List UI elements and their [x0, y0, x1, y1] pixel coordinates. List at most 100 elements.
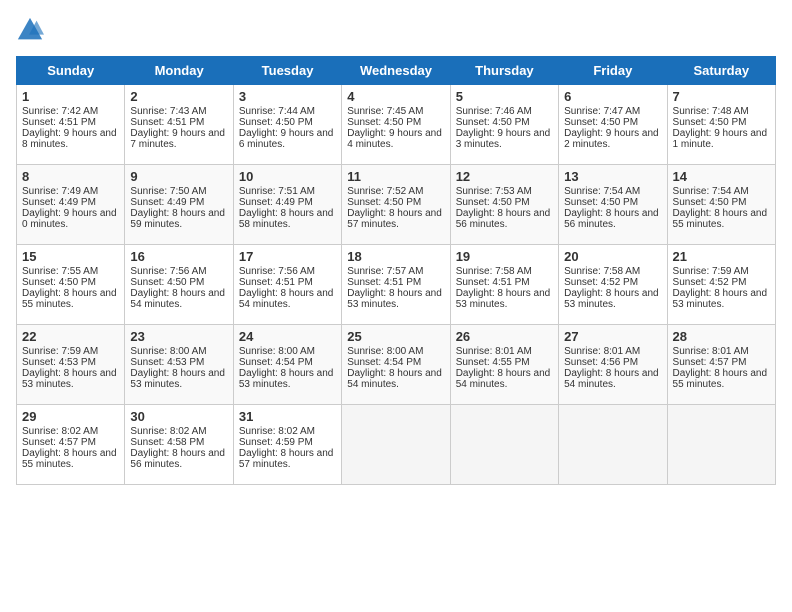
calendar-cell: 16 Sunrise: 7:56 AMSunset: 4:50 PMDayligh… — [125, 245, 233, 325]
day-info: Sunrise: 7:55 AMSunset: 4:50 PMDaylight:… — [22, 266, 117, 310]
calendar-cell: 1 Sunrise: 7:42 AMSunset: 4:51 PMDaylight… — [17, 85, 125, 165]
calendar-cell — [559, 405, 667, 485]
day-number: 23 — [130, 329, 227, 344]
day-info: Sunrise: 7:52 AMSunset: 4:50 PMDaylight:… — [347, 186, 442, 230]
calendar-week-row: 22 Sunrise: 7:59 AMSunset: 4:53 PMDayligh… — [17, 325, 776, 405]
col-header-wednesday: Wednesday — [342, 57, 450, 85]
calendar-cell: 9 Sunrise: 7:50 AMSunset: 4:49 PMDaylight… — [125, 165, 233, 245]
day-info: Sunrise: 8:00 AMSunset: 4:54 PMDaylight:… — [347, 346, 442, 390]
day-info: Sunrise: 7:58 AMSunset: 4:51 PMDaylight:… — [456, 266, 551, 310]
day-info: Sunrise: 7:43 AMSunset: 4:51 PMDaylight:… — [130, 106, 225, 150]
calendar-week-row: 1 Sunrise: 7:42 AMSunset: 4:51 PMDaylight… — [17, 85, 776, 165]
day-info: Sunrise: 7:42 AMSunset: 4:51 PMDaylight:… — [22, 106, 117, 150]
day-number: 22 — [22, 329, 119, 344]
calendar-cell: 25 Sunrise: 8:00 AMSunset: 4:54 PMDayligh… — [342, 325, 450, 405]
day-info: Sunrise: 7:54 AMSunset: 4:50 PMDaylight:… — [564, 186, 659, 230]
calendar-cell: 30 Sunrise: 8:02 AMSunset: 4:58 PMDayligh… — [125, 405, 233, 485]
day-info: Sunrise: 7:57 AMSunset: 4:51 PMDaylight:… — [347, 266, 442, 310]
day-number: 17 — [239, 249, 336, 264]
day-info: Sunrise: 8:02 AMSunset: 4:58 PMDaylight:… — [130, 426, 225, 470]
col-header-monday: Monday — [125, 57, 233, 85]
day-info: Sunrise: 8:01 AMSunset: 4:56 PMDaylight:… — [564, 346, 659, 390]
day-number: 18 — [347, 249, 444, 264]
day-info: Sunrise: 8:02 AMSunset: 4:59 PMDaylight:… — [239, 426, 334, 470]
day-number: 26 — [456, 329, 553, 344]
calendar-cell: 5 Sunrise: 7:46 AMSunset: 4:50 PMDaylight… — [450, 85, 558, 165]
day-number: 11 — [347, 169, 444, 184]
calendar-cell: 3Sunrise: 7:44 AMSunset: 4:50 PMDaylight… — [233, 85, 341, 165]
day-info: Sunrise: 7:59 AMSunset: 4:52 PMDaylight:… — [673, 266, 768, 310]
col-header-tuesday: Tuesday — [233, 57, 341, 85]
calendar-cell: 26 Sunrise: 8:01 AMSunset: 4:55 PMDayligh… — [450, 325, 558, 405]
page-header — [16, 16, 776, 44]
day-number: 3 — [239, 89, 336, 104]
calendar-cell: 24Sunrise: 8:00 AMSunset: 4:54 PMDayligh… — [233, 325, 341, 405]
calendar-cell: 31 Sunrise: 8:02 AMSunset: 4:59 PMDayligh… — [233, 405, 341, 485]
calendar-cell: 13 Sunrise: 7:54 AMSunset: 4:50 PMDayligh… — [559, 165, 667, 245]
day-number: 4 — [347, 89, 444, 104]
calendar-cell: 21 Sunrise: 7:59 AMSunset: 4:52 PMDayligh… — [667, 245, 775, 325]
day-number: 16 — [130, 249, 227, 264]
calendar-cell: 27 Sunrise: 8:01 AMSunset: 4:56 PMDayligh… — [559, 325, 667, 405]
day-number: 27 — [564, 329, 661, 344]
day-info: Sunrise: 7:50 AMSunset: 4:49 PMDaylight:… — [130, 186, 225, 230]
col-header-friday: Friday — [559, 57, 667, 85]
calendar-cell: 22 Sunrise: 7:59 AMSunset: 4:53 PMDayligh… — [17, 325, 125, 405]
calendar-cell: 28 Sunrise: 8:01 AMSunset: 4:57 PMDayligh… — [667, 325, 775, 405]
calendar-cell: 15 Sunrise: 7:55 AMSunset: 4:50 PMDayligh… — [17, 245, 125, 325]
day-number: 1 — [22, 89, 119, 104]
day-number: 6 — [564, 89, 661, 104]
day-number: 10 — [239, 169, 336, 184]
col-header-sunday: Sunday — [17, 57, 125, 85]
day-info: Sunrise: 8:02 AMSunset: 4:57 PMDaylight:… — [22, 426, 117, 470]
day-info: Sunrise: 8:00 AMSunset: 4:53 PMDaylight:… — [130, 346, 225, 390]
day-number: 30 — [130, 409, 227, 424]
day-info: Sunrise: 7:49 AMSunset: 4:49 PMDaylight:… — [22, 186, 117, 230]
day-number: 28 — [673, 329, 770, 344]
day-info: Sunrise: 7:46 AMSunset: 4:50 PMDaylight:… — [456, 106, 551, 150]
day-number: 9 — [130, 169, 227, 184]
day-info: Sunrise: 7:58 AMSunset: 4:52 PMDaylight:… — [564, 266, 659, 310]
calendar-cell: 18 Sunrise: 7:57 AMSunset: 4:51 PMDayligh… — [342, 245, 450, 325]
calendar-header-row: SundayMondayTuesdayWednesdayThursdayFrid… — [17, 57, 776, 85]
day-info: Sunrise: 7:54 AMSunset: 4:50 PMDaylight:… — [673, 186, 768, 230]
calendar-cell: 7 Sunrise: 7:48 AMSunset: 4:50 PMDaylight… — [667, 85, 775, 165]
calendar-cell: 23 Sunrise: 8:00 AMSunset: 4:53 PMDayligh… — [125, 325, 233, 405]
calendar-cell — [450, 405, 558, 485]
calendar-cell: 19Sunrise: 7:58 AMSunset: 4:51 PMDayligh… — [450, 245, 558, 325]
day-number: 15 — [22, 249, 119, 264]
day-number: 8 — [22, 169, 119, 184]
calendar-week-row: 8 Sunrise: 7:49 AMSunset: 4:49 PMDaylight… — [17, 165, 776, 245]
day-number: 25 — [347, 329, 444, 344]
calendar-cell: 10Sunrise: 7:51 AMSunset: 4:49 PMDayligh… — [233, 165, 341, 245]
day-number: 2 — [130, 89, 227, 104]
col-header-thursday: Thursday — [450, 57, 558, 85]
day-info: Sunrise: 7:53 AMSunset: 4:50 PMDaylight:… — [456, 186, 551, 230]
calendar-cell: 12Sunrise: 7:53 AMSunset: 4:50 PMDayligh… — [450, 165, 558, 245]
day-info: Sunrise: 8:00 AMSunset: 4:54 PMDaylight:… — [239, 346, 334, 390]
calendar-cell: 2 Sunrise: 7:43 AMSunset: 4:51 PMDaylight… — [125, 85, 233, 165]
day-info: Sunrise: 7:59 AMSunset: 4:53 PMDaylight:… — [22, 346, 117, 390]
calendar-cell: 20 Sunrise: 7:58 AMSunset: 4:52 PMDayligh… — [559, 245, 667, 325]
day-number: 7 — [673, 89, 770, 104]
day-number: 31 — [239, 409, 336, 424]
day-info: Sunrise: 7:47 AMSunset: 4:50 PMDaylight:… — [564, 106, 659, 150]
day-info: Sunrise: 8:01 AMSunset: 4:55 PMDaylight:… — [456, 346, 551, 390]
calendar-week-row: 29Sunrise: 8:02 AMSunset: 4:57 PMDayligh… — [17, 405, 776, 485]
day-info: Sunrise: 7:48 AMSunset: 4:50 PMDaylight:… — [673, 106, 768, 150]
day-number: 13 — [564, 169, 661, 184]
day-info: Sunrise: 8:01 AMSunset: 4:57 PMDaylight:… — [673, 346, 768, 390]
day-number: 20 — [564, 249, 661, 264]
day-number: 5 — [456, 89, 553, 104]
calendar-table: SundayMondayTuesdayWednesdayThursdayFrid… — [16, 56, 776, 485]
day-number: 14 — [673, 169, 770, 184]
col-header-saturday: Saturday — [667, 57, 775, 85]
calendar-cell: 6 Sunrise: 7:47 AMSunset: 4:50 PMDaylight… — [559, 85, 667, 165]
logo — [16, 16, 48, 44]
calendar-cell: 17Sunrise: 7:56 AMSunset: 4:51 PMDayligh… — [233, 245, 341, 325]
calendar-cell: 8 Sunrise: 7:49 AMSunset: 4:49 PMDaylight… — [17, 165, 125, 245]
day-number: 21 — [673, 249, 770, 264]
day-info: Sunrise: 7:56 AMSunset: 4:50 PMDaylight:… — [130, 266, 225, 310]
calendar-cell — [342, 405, 450, 485]
calendar-cell — [667, 405, 775, 485]
